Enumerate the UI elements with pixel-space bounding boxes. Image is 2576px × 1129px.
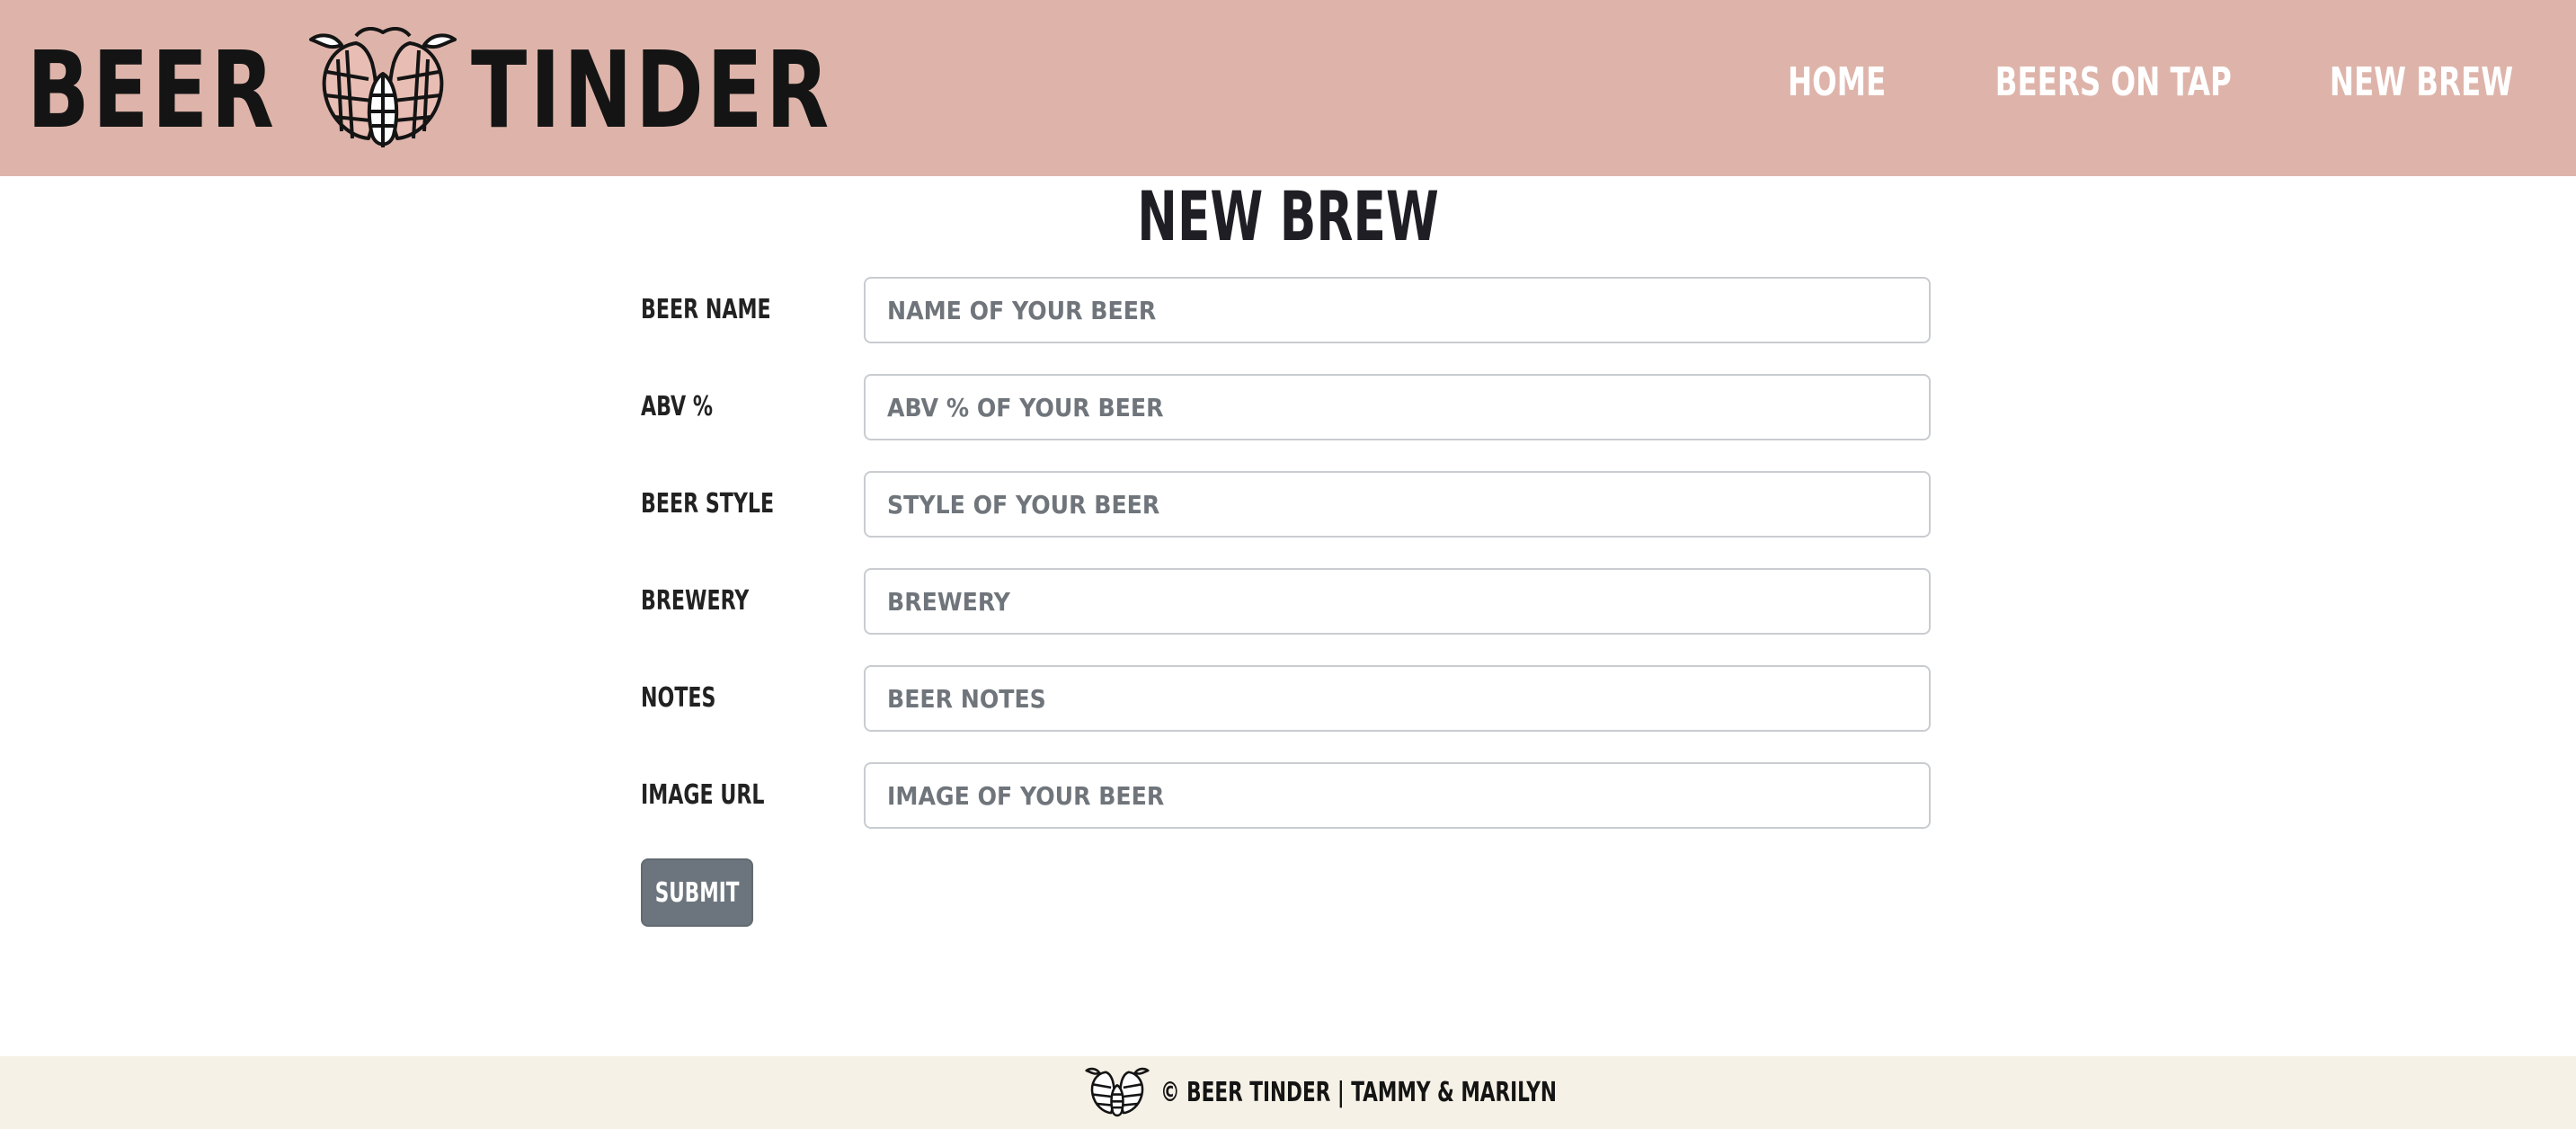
form-row-abv: ABV % (641, 374, 1931, 440)
form-row-beer-style: BEER STYLE (641, 471, 1931, 538)
form-row-image-url: IMAGE URL (641, 762, 1931, 829)
brand-word-beer: BEER (27, 28, 278, 152)
navbar: BEER TINDER HOME BEERS ON TAP NEW BREW (0, 0, 2576, 176)
beer-name-input[interactable] (864, 277, 1931, 343)
submit-button-label: SUBMIT (654, 876, 740, 909)
main-nav: HOME BEERS ON TAP NEW BREW (1766, 50, 2513, 113)
beer-style-input[interactable] (864, 471, 1931, 538)
form-row-beer-name: BEER NAME (641, 277, 1931, 343)
form-row-notes: NOTES (641, 665, 1931, 732)
brand-logo-link[interactable]: BEER TINDER (27, 27, 891, 153)
page-title: NEW BREW (0, 176, 2576, 257)
beer-name-label: BEER NAME (641, 294, 771, 325)
notes-input[interactable] (864, 665, 1931, 732)
hops-logo-icon (308, 27, 457, 147)
image-url-label: IMAGE URL (641, 779, 765, 811)
footer-content: © BEER TINDER | TAMMY & MARILYN (1083, 1063, 1656, 1121)
abv-input[interactable] (864, 374, 1931, 440)
submit-button[interactable]: SUBMIT (641, 858, 753, 927)
page-title-text: NEW BREW (1137, 176, 1439, 256)
beer-style-label: BEER STYLE (641, 488, 775, 520)
brand-word-tinder: TINDER (470, 28, 832, 152)
image-url-input[interactable] (864, 762, 1931, 829)
brewery-label: BREWERY (641, 585, 750, 617)
hops-logo-icon (1085, 1067, 1150, 1117)
brewery-input[interactable] (864, 568, 1931, 635)
nav-link-home[interactable]: HOME (1788, 59, 1886, 105)
nav-link-new-brew[interactable]: NEW BREW (2330, 59, 2513, 105)
form-row-brewery: BREWERY (641, 568, 1931, 635)
nav-link-beers-on-tap[interactable]: BEERS ON TAP (1995, 59, 2232, 105)
footer-copyright: © BEER TINDER | TAMMY & MARILYN (1160, 1076, 1557, 1108)
abv-label: ABV % (641, 391, 714, 422)
notes-label: NOTES (641, 682, 716, 714)
footer: © BEER TINDER | TAMMY & MARILYN (0, 1056, 2576, 1129)
